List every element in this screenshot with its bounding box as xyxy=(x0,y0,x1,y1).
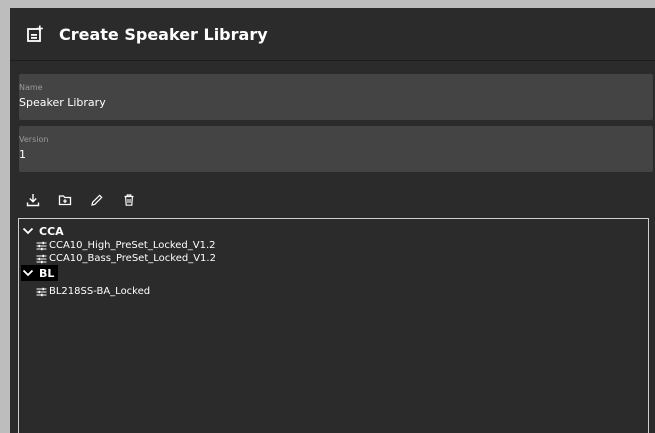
version-field-label: Version xyxy=(19,135,49,144)
dialog-title: Create Speaker Library xyxy=(59,24,268,44)
tree-item[interactable]: CCA10_Bass_PreSet_Locked_V1.2 xyxy=(19,252,648,265)
tree-group-cca[interactable]: CCA xyxy=(19,223,648,239)
name-field-label: Name xyxy=(19,83,43,92)
tree-item-label: BL218SS-BA_Locked xyxy=(49,286,151,297)
tree-group-bl-inner: BL xyxy=(21,265,59,281)
tune-icon xyxy=(36,241,47,251)
version-field[interactable]: Version 1 xyxy=(19,126,653,172)
add-folder-button[interactable] xyxy=(56,191,74,209)
add-folder-icon xyxy=(58,195,72,206)
tune-icon xyxy=(36,287,47,297)
edit-button[interactable] xyxy=(88,191,106,209)
library-toolbar xyxy=(24,191,138,209)
download-button[interactable] xyxy=(24,191,42,209)
name-field[interactable]: Name Speaker Library xyxy=(19,74,653,120)
create-speaker-library-dialog: Create Speaker Library Name Speaker Libr… xyxy=(10,8,655,433)
dialog-header: Create Speaker Library xyxy=(10,8,655,61)
tree-group-label: BL xyxy=(39,266,55,280)
edit-icon xyxy=(91,194,103,206)
download-icon xyxy=(26,194,40,207)
tree-item[interactable]: CCA10_High_PreSet_Locked_V1.2 xyxy=(19,239,648,252)
version-field-value[interactable]: 1 xyxy=(19,148,26,161)
delete-icon xyxy=(124,194,134,206)
tree-item-label: CCA10_High_PreSet_Locked_V1.2 xyxy=(49,240,216,251)
tree-group-bl[interactable]: BL xyxy=(19,265,648,281)
tree-group-label: CCA xyxy=(39,224,64,238)
delete-button[interactable] xyxy=(120,191,138,209)
tune-icon xyxy=(36,254,47,264)
chevron-down-icon[interactable] xyxy=(21,267,35,279)
tree-item-label: CCA10_Bass_PreSet_Locked_V1.2 xyxy=(49,253,216,264)
speaker-library-tree: CCA CCA10_High_PreSet_Locked_V1.2 CCA10_… xyxy=(18,218,649,433)
tree-item[interactable]: BL218SS-BA_Locked xyxy=(19,285,648,298)
tree-group-cca-inner: CCA xyxy=(21,223,64,239)
name-field-value[interactable]: Speaker Library xyxy=(19,96,106,109)
chevron-down-icon[interactable] xyxy=(21,225,35,237)
add-box-icon xyxy=(24,23,46,45)
